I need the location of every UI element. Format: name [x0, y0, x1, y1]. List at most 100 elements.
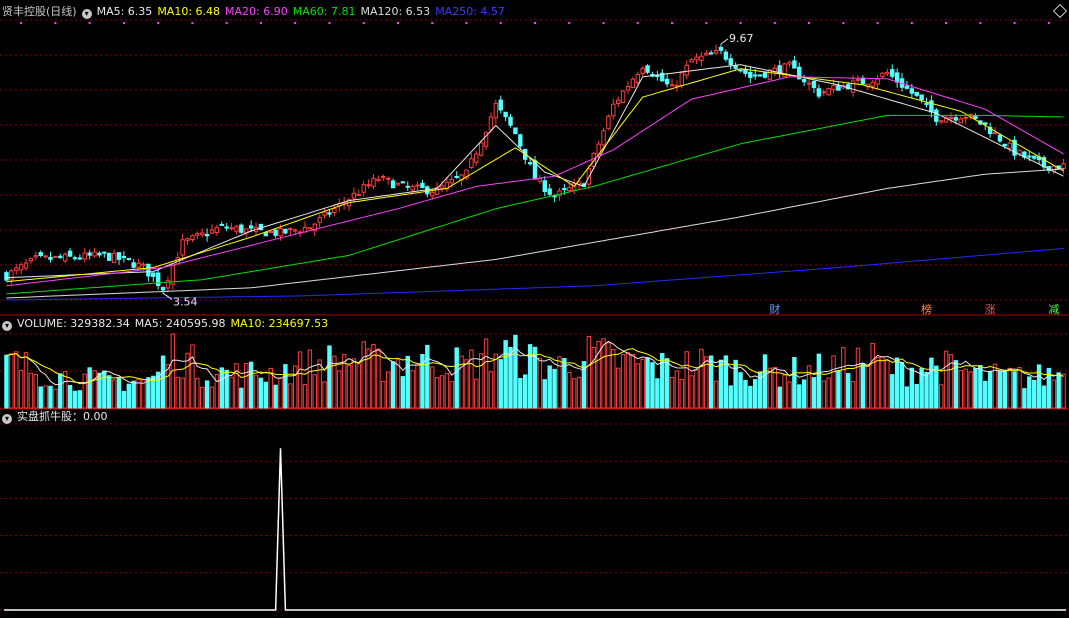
event-dot [54, 22, 57, 24]
candle-down [518, 134, 523, 147]
candle-down [454, 175, 459, 179]
candle-down [655, 75, 660, 78]
candle-down [890, 69, 895, 77]
event-dot [705, 22, 708, 24]
candle-down [146, 263, 151, 277]
candle-down [155, 272, 161, 287]
event-dot [842, 22, 845, 24]
candle-up [469, 158, 474, 168]
ma250-line [6, 248, 1064, 301]
volume-bar [753, 379, 758, 409]
candle-down [953, 117, 959, 121]
candle-up [366, 184, 371, 187]
candle-down [757, 74, 763, 77]
candle-up [567, 187, 572, 192]
volume-bar [312, 374, 317, 409]
low-pointer [162, 292, 173, 300]
event-dot [1013, 22, 1016, 24]
candle-up [82, 252, 87, 260]
volume-bar [503, 340, 508, 409]
candle-down [728, 58, 733, 66]
volume-bar [317, 359, 322, 409]
candle-up [371, 177, 376, 187]
event-dot [396, 22, 399, 24]
ma120-line [6, 168, 1064, 299]
volume-bar [28, 372, 34, 409]
candle-up [430, 191, 435, 197]
event-dot [1047, 22, 1050, 24]
panel-dropdown-icon[interactable]: ▾ [81, 9, 92, 19]
candle-down [248, 225, 254, 229]
volume-bar [258, 377, 264, 409]
volume-bar [175, 376, 180, 409]
volume-panel-header: ▾ VOLUME: 329382.34 MA5: 240595.98 MA10: 23… [2, 317, 333, 331]
candle-down [914, 91, 919, 96]
event-dot [773, 22, 776, 24]
candle-down [738, 69, 743, 72]
indicator-label: 实盘抓牛股：0.00 [17, 410, 108, 423]
volume-bar [493, 353, 499, 409]
volume-bar [288, 383, 293, 409]
candle-up [679, 72, 685, 86]
candle-up [356, 193, 362, 196]
volume-dropdown-icon[interactable]: ▾ [2, 321, 12, 331]
candle-up [376, 178, 381, 182]
volume-bar [1031, 380, 1037, 409]
candle-down [860, 77, 866, 85]
candle-up [885, 71, 890, 75]
event-dot [328, 22, 331, 24]
candle-up [185, 238, 190, 241]
volume-bar [77, 390, 83, 409]
volume-bar [18, 369, 24, 409]
candle-down [997, 134, 1003, 142]
high-pointer [720, 38, 729, 45]
candle-down [131, 262, 136, 268]
volume-bar [415, 362, 420, 409]
volume-bar [53, 388, 58, 409]
candle-down [527, 162, 533, 165]
candle-down [400, 181, 406, 184]
volume-bar [141, 379, 146, 409]
candle-up [689, 59, 694, 63]
volume-bar [400, 376, 406, 409]
grid-lines [0, 19, 1069, 611]
candle-up [361, 184, 366, 193]
volume-bar [283, 364, 288, 409]
volume-bar [606, 342, 611, 409]
volume-bar [278, 377, 283, 409]
ma250-label: MA250: 4.57 [435, 5, 505, 18]
volume-bar [865, 363, 871, 409]
volume-bar [846, 373, 851, 409]
event-dot [636, 22, 639, 24]
indicator-dropdown-icon[interactable]: ▾ [2, 414, 12, 424]
volume-bar [924, 371, 929, 409]
ma120-label: MA120: 6.53 [360, 5, 431, 18]
candle-down [542, 180, 548, 193]
volume-bar [816, 353, 822, 409]
volume-bar [219, 367, 224, 409]
candle-down [503, 111, 508, 118]
candle-up [669, 84, 675, 87]
candle-up [1017, 149, 1022, 155]
volume-bar [385, 371, 391, 409]
candle-down [58, 255, 63, 259]
candle-down [753, 74, 758, 77]
volume-bar [1036, 364, 1042, 409]
volume-bar [571, 378, 577, 409]
candle-up [190, 235, 195, 241]
candle-down [160, 287, 166, 291]
volume-bar [880, 356, 885, 409]
volume-bar [160, 355, 166, 409]
volume-bar [801, 379, 807, 409]
event-dot [979, 22, 982, 24]
volume-bar [38, 386, 43, 409]
stock-chart: 9.67 3.54 财 榜 涨 减 贤丰控股(日线) ▾ MA5: 6.35 MA10: 6.4… [0, 0, 1069, 618]
event-dot [431, 22, 434, 24]
volume-ma5-label: MA5: 240595.98 [134, 317, 226, 330]
candle-up [229, 227, 234, 230]
volume-bar [860, 362, 866, 409]
volume-bar [782, 374, 787, 409]
volume-bar [9, 353, 14, 409]
candle-up [488, 116, 494, 131]
volume-bar [1061, 373, 1066, 409]
